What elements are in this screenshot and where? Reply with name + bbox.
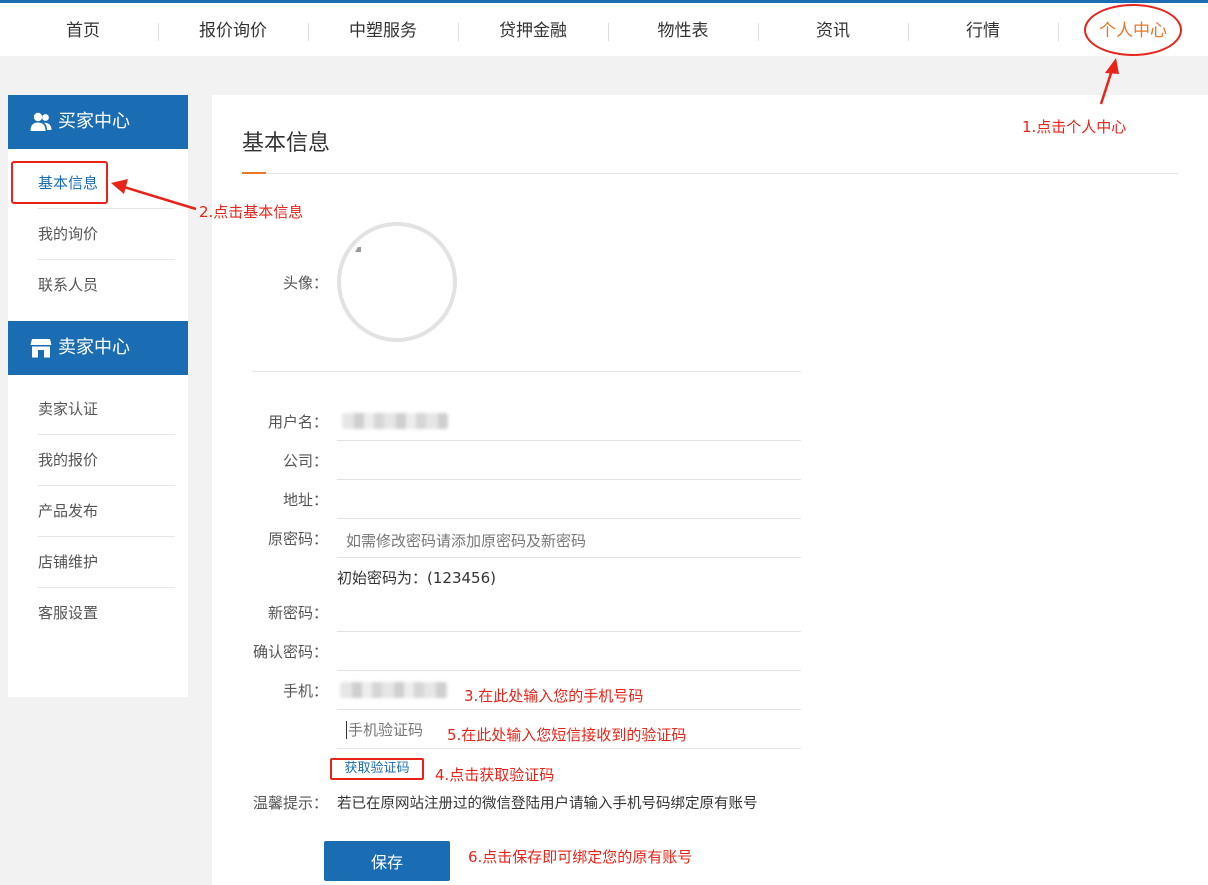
title-accent xyxy=(242,172,266,174)
tip-label: 温馨提示： xyxy=(252,794,328,812)
save-button[interactable]: 保存 xyxy=(324,841,450,881)
top-navigation: 首页 报价询价 中塑服务 贷押金融 物性表 资讯 行情 个人中心 xyxy=(0,0,1208,56)
nav-service[interactable]: 中塑服务 xyxy=(308,6,458,56)
phone-input-blurred[interactable] xyxy=(340,682,448,698)
nav-news[interactable]: 资讯 xyxy=(758,6,908,56)
annotation-ring-personal-center xyxy=(1084,4,1182,56)
field-underline xyxy=(337,709,801,710)
sidebar-item-product-publish[interactable]: 产品发布 xyxy=(38,486,175,537)
sidebar-item-my-inquiry[interactable]: 我的询价 xyxy=(38,209,175,260)
address-label: 地址： xyxy=(282,491,328,509)
main-panel: 基本信息 头像： 用户名： 公司： 地址： 原密码： 如需修改密码请添加原密码及… xyxy=(212,95,1208,885)
field-underline xyxy=(337,479,801,480)
avatar-upload[interactable] xyxy=(337,222,457,342)
username-value-blurred xyxy=(342,413,448,429)
tip-text: 若已在原网站注册过的微信登陆用户请输入手机号码绑定原有账号 xyxy=(337,796,758,812)
seller-center-title: 卖家中心 xyxy=(58,337,130,358)
annotation-ring-basic-info xyxy=(11,161,108,204)
annotation-step4: 4.点击获取验证码 xyxy=(435,766,555,784)
sidebar-item-my-quotes[interactable]: 我的报价 xyxy=(38,435,175,486)
old-password-input[interactable]: 如需修改密码请添加原密码及新密码 xyxy=(346,530,586,551)
buyer-center-header: 买家中心 xyxy=(8,95,188,149)
annotation-step6: 6.点击保存即可绑定您的原有账号 xyxy=(468,848,693,866)
annotation-step3: 3.在此处输入您的手机号码 xyxy=(464,687,644,705)
nav-quote[interactable]: 报价询价 xyxy=(158,6,308,56)
field-underline xyxy=(337,748,801,749)
old-password-label: 原密码： xyxy=(267,530,328,548)
broken-image-icon xyxy=(355,246,361,252)
nav-market[interactable]: 行情 xyxy=(908,6,1058,56)
confirm-password-input[interactable] xyxy=(337,634,801,670)
sidebar-item-seller-certification[interactable]: 卖家认证 xyxy=(38,384,175,435)
initial-password-note: 初始密码为：(123456) xyxy=(337,569,496,587)
arrow-head-icon xyxy=(1105,58,1119,74)
field-underline xyxy=(337,670,801,671)
company-label: 公司： xyxy=(282,452,328,470)
avatar-label: 头像： xyxy=(282,274,328,292)
field-underline xyxy=(337,557,801,558)
company-input[interactable] xyxy=(337,443,801,479)
field-underline xyxy=(337,631,801,632)
seller-center-header: 卖家中心 xyxy=(8,321,188,375)
nav-finance[interactable]: 贷押金融 xyxy=(458,6,608,56)
annotation-step5: 5.在此处输入您短信接收到的验证码 xyxy=(447,726,687,744)
annotation-step2: 2.点击基本信息 xyxy=(199,203,304,221)
buyer-center-title: 买家中心 xyxy=(58,111,130,132)
get-code-button[interactable]: 获取验证码 xyxy=(330,758,424,780)
new-password-label: 新密码： xyxy=(267,604,328,622)
nav-properties[interactable]: 物性表 xyxy=(608,6,758,56)
sidebar-item-shop-maintenance[interactable]: 店铺维护 xyxy=(38,537,175,588)
field-underline xyxy=(337,518,801,519)
title-divider xyxy=(242,173,1178,174)
address-input[interactable] xyxy=(337,482,801,518)
username-label: 用户名： xyxy=(267,413,328,431)
sidebar-item-contacts[interactable]: 联系人员 xyxy=(38,260,175,311)
page-title: 基本信息 xyxy=(242,131,331,156)
sidebar-item-customer-service[interactable]: 客服设置 xyxy=(38,588,175,639)
new-password-input[interactable] xyxy=(337,595,801,631)
section-divider xyxy=(252,371,801,372)
sms-code-input[interactable]: 手机验证码 xyxy=(346,721,423,739)
store-icon xyxy=(30,339,52,358)
confirm-password-label: 确认密码： xyxy=(252,643,328,661)
annotation-step1: 1.点击个人中心 xyxy=(1022,118,1127,136)
phone-label: 手机： xyxy=(282,682,328,700)
field-underline xyxy=(337,440,801,441)
users-icon xyxy=(30,112,52,131)
nav-home[interactable]: 首页 xyxy=(8,6,158,56)
